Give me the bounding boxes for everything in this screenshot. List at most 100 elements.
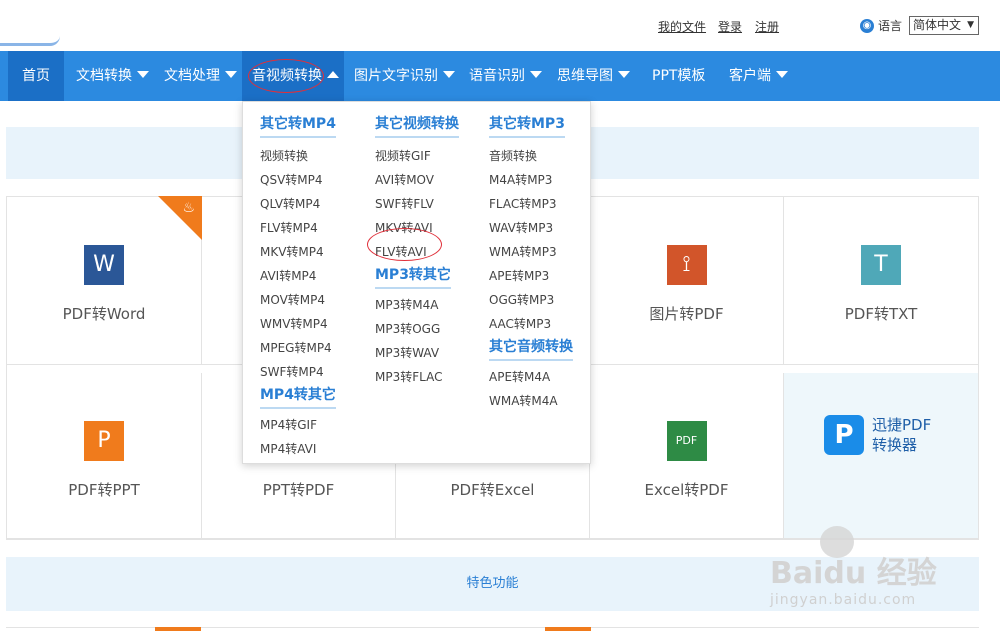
caret-down-icon	[530, 71, 542, 78]
menu-item[interactable]: AVI转MP4	[260, 264, 336, 288]
top-bar: 我的文件 登录 注册 ◉ 语言 简体中文 ▼	[0, 0, 1000, 51]
nav-item-label: 文档处理	[164, 68, 220, 84]
menu-item[interactable]: SWF转FLV	[375, 192, 459, 216]
excel-pdf-icon: PDF	[666, 421, 707, 461]
caret-down-icon	[776, 71, 788, 78]
baidu-watermark: Baidu 经验	[770, 548, 937, 592]
caret-down-icon	[225, 71, 237, 78]
nav-item-doc-process[interactable]: 文档处理	[164, 51, 237, 101]
login-link[interactable]: 登录	[718, 18, 742, 35]
register-link[interactable]: 注册	[755, 18, 779, 35]
menu-item[interactable]: MP4转GIF	[260, 413, 336, 437]
nav-item-label: PPT模板	[652, 68, 706, 84]
watermark-brand3: 经验	[876, 556, 937, 591]
dropdown-col-to-mp4: 其它转MP4 视频转换 QSV转MP4 QLV转MP4 FLV转MP4 MKV转…	[260, 113, 336, 461]
hot-badge-peek	[155, 627, 201, 631]
nav-item-label: 文档转换	[76, 68, 132, 84]
menu-item[interactable]: WAV转MP3	[489, 216, 573, 240]
menu-item[interactable]: MKV转MP4	[260, 240, 336, 264]
tile-pdf-to-ppt[interactable]: P PDF转PPT	[7, 373, 202, 539]
watermark-url: jingyan.baidu.com	[770, 592, 917, 608]
nav-item-client[interactable]: 客户端	[729, 51, 788, 101]
language-label: 语言	[878, 19, 903, 33]
menu-item[interactable]: 视频转GIF	[375, 144, 459, 168]
tile-label: Excel转PDF	[644, 481, 729, 499]
menu-item[interactable]: 视频转换	[260, 144, 336, 168]
av-convert-dropdown: 其它转MP4 视频转换 QSV转MP4 QLV转MP4 FLV转MP4 MKV转…	[242, 101, 591, 464]
pdf-icon: ⟟	[666, 245, 707, 285]
my-files-link[interactable]: 我的文件	[658, 18, 706, 35]
tile-label: PDF转TXT	[844, 305, 918, 323]
highlight-circle	[248, 59, 324, 93]
nav-item-doc-convert[interactable]: 文档转换	[76, 51, 149, 101]
caret-down-icon	[137, 71, 149, 78]
xunjie-title-line1: 迅捷PDF	[872, 416, 932, 434]
xunjie-logo-icon: P	[824, 415, 864, 455]
watermark-brand: Bai	[770, 556, 824, 591]
nav-item-mindmap[interactable]: 思维导图	[557, 51, 630, 101]
dropdown-heading: MP4转其它	[260, 384, 336, 409]
nav-item-label: 客户端	[729, 68, 771, 84]
menu-item[interactable]: AAC转MP3	[489, 312, 573, 336]
menu-item[interactable]: AVI转MOV	[375, 168, 459, 192]
highlight-circle	[367, 228, 442, 261]
tile-xunjie-promo[interactable]: P 迅捷PDF 转换器	[784, 373, 979, 539]
menu-item[interactable]: OGG转MP3	[489, 288, 573, 312]
menu-item[interactable]: M4A转MP3	[489, 168, 573, 192]
xunjie-title: 迅捷PDF 转换器	[872, 415, 931, 455]
tile-pdf-to-txt[interactable]: T PDF转TXT	[784, 197, 979, 365]
menu-item[interactable]: MP3转FLAC	[375, 365, 459, 389]
menu-item[interactable]: QLV转MP4	[260, 192, 336, 216]
tile-excel-to-pdf[interactable]: PDF Excel转PDF	[590, 373, 784, 539]
menu-item[interactable]: QSV转MP4	[260, 168, 336, 192]
menu-item[interactable]: FLV转MP4	[260, 216, 336, 240]
menu-item[interactable]: MP3转WAV	[375, 341, 459, 365]
language-select-value: 简体中文	[913, 18, 962, 32]
nav-item-ppt-template[interactable]: PPT模板	[652, 51, 705, 101]
caret-down-icon	[618, 71, 630, 78]
menu-item[interactable]: SWF转MP4	[260, 360, 336, 384]
menu-item[interactable]: APE转MP3	[489, 264, 573, 288]
menu-item[interactable]: MP3转OGG	[375, 317, 459, 341]
menu-item[interactable]: 音频转换	[489, 144, 573, 168]
nav-item-label: 图片文字识别	[354, 68, 438, 84]
watermark-brand2: du	[823, 556, 867, 591]
menu-item[interactable]: MOV转MP4	[260, 288, 336, 312]
tile-label: PDF转PPT	[68, 481, 140, 499]
hot-badge-peek	[545, 627, 591, 631]
menu-item[interactable]: WMA转MP3	[489, 240, 573, 264]
bottom-divider	[6, 627, 979, 631]
menu-item[interactable]: WMV转MP4	[260, 312, 336, 336]
dropdown-heading: 其它转MP4	[260, 113, 336, 138]
tile-label: PDF转Word	[62, 305, 146, 323]
caret-up-icon	[327, 71, 339, 78]
tile-label: PPT转PDF	[262, 481, 335, 499]
nav-item-label: 首页	[22, 68, 50, 84]
txt-icon: T	[861, 245, 901, 285]
menu-item[interactable]: WMA转M4A	[489, 389, 573, 413]
nav-item-home[interactable]: 首页	[8, 51, 64, 101]
dropdown-heading: 其它视频转换	[375, 113, 459, 138]
caret-down-icon	[443, 71, 455, 78]
main-nav: 首页 文档转换 文档处理 音视频转换 图片文字识别 语音识别 思维导图 PPT模…	[0, 51, 1000, 101]
menu-item[interactable]: MP3转M4A	[375, 293, 459, 317]
tile-pdf-to-word[interactable]: W PDF转Word ♨	[7, 196, 202, 365]
word-icon: W	[84, 245, 124, 285]
nav-item-ocr[interactable]: 图片文字识别	[354, 51, 455, 101]
menu-item[interactable]: FLAC转MP3	[489, 192, 573, 216]
tile-image-to-pdf[interactable]: ⟟ 图片转PDF	[590, 197, 784, 365]
tile-label: 图片转PDF	[649, 305, 724, 323]
language-select[interactable]: 简体中文 ▼	[909, 16, 979, 35]
menu-item[interactable]: MPEG转MP4	[260, 336, 336, 360]
menu-item[interactable]: APE转M4A	[489, 365, 573, 389]
menu-item[interactable]: MP4转AVI	[260, 437, 336, 461]
nav-item-speech[interactable]: 语音识别	[469, 51, 542, 101]
dropdown-heading: 其它转MP3	[489, 113, 565, 138]
flame-icon: ♨	[182, 200, 195, 216]
nav-item-label: 语音识别	[469, 68, 525, 84]
dropdown-col-to-mp3: 其它转MP3 音频转换 M4A转MP3 FLAC转MP3 WAV转MP3 WMA…	[489, 113, 573, 413]
select-arrow-icon: ▼	[967, 20, 974, 30]
logo-decoration	[0, 36, 60, 46]
ppt-icon: P	[84, 421, 124, 461]
xunjie-title-line2: 转换器	[872, 436, 918, 454]
